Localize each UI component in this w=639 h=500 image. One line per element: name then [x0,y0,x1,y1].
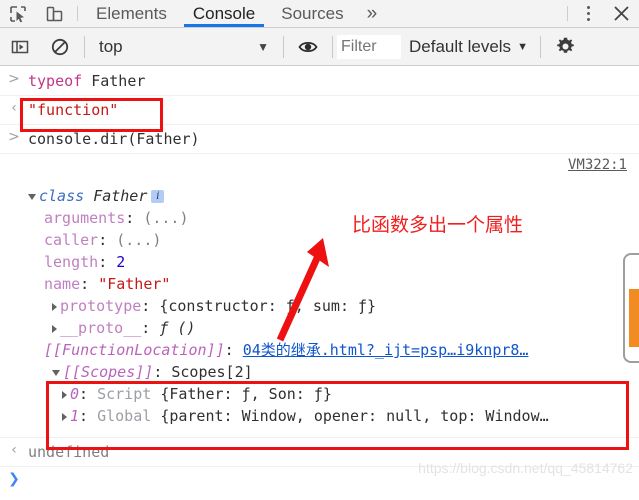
property-value[interactable]: (...) [143,209,188,227]
expand-triangle-icon[interactable] [28,193,36,200]
property-name: [[FunctionLocation]] [44,341,225,359]
scope-index: 1 [70,407,80,425]
property-value: "Father" [98,275,171,293]
tab-elements[interactable]: Elements [83,0,180,27]
console-output-row[interactable]: ‹ "function" [0,96,639,125]
console-input-text-2: console.dir(Father) [28,130,200,148]
toolbar-divider-3 [332,35,333,58]
info-icon[interactable]: i [151,190,165,203]
object-tree: class Father i arguments: (...) caller: (… [0,179,639,431]
chevron-down-icon: ▼ [257,39,269,54]
chevron-down-icon: ▼ [517,40,528,53]
object-header[interactable]: class Father i [0,185,639,207]
function-location-link[interactable]: 04类的继承.html?_ijt=psp…i9knpr8… [243,341,529,359]
filter-input[interactable] [337,34,401,59]
clear-console-icon[interactable] [40,28,80,66]
console-input-text: typeof Father [28,72,146,90]
source-link-row: VM322:1 [0,157,639,179]
tab-elements-label: Elements [96,3,167,23]
more-tabs-label: » [366,2,378,24]
log-levels-select[interactable]: Default levels ▼ [401,28,536,66]
property-name: __proto__ [60,319,142,337]
tab-sources-label: Sources [281,3,344,23]
source-link[interactable]: VM322:1 [568,157,627,173]
inspect-element-icon[interactable] [0,0,36,27]
console-result-row[interactable]: ‹ undefined [0,438,639,467]
tabstrip-spacer [387,0,562,27]
property-name: name [44,275,81,293]
close-icon[interactable] [603,0,639,27]
console-dir-output[interactable]: VM322:1 class Father i arguments: (...) c… [0,154,639,438]
device-toolbar-icon[interactable] [36,0,72,27]
gear-icon[interactable] [545,28,587,66]
property-value[interactable]: ƒ () [159,319,195,337]
page-scrollbar-thumb[interactable] [629,289,639,347]
console-sidebar-icon[interactable] [0,28,40,66]
property-value: 2 [116,253,126,271]
tabstrip-right-divider [567,6,568,21]
tab-console-label: Console [192,3,256,23]
input-chevron-icon: > [8,71,20,87]
toolbar-divider-1 [84,35,85,58]
console-prompt-row[interactable]: ❯ [0,467,639,491]
toolbar-divider-4 [539,35,541,58]
execution-context-value: top [99,36,123,56]
page-scrollbar[interactable] [623,253,639,363]
console-input-row-2[interactable]: > console.dir(Father) [0,125,639,154]
console-result-text: undefined [28,443,110,461]
prompt-chevron-icon: ❯ [8,471,20,487]
tab-console[interactable]: Console [180,0,268,27]
more-tabs-button[interactable]: » [357,0,388,27]
output-chevron-icon-3: ‹ [11,442,17,458]
property-name: prototype [60,297,142,315]
scope-index: 0 [70,385,80,403]
console-messages[interactable]: > typeof Father ‹ "function" > console.d… [0,67,639,500]
object-header-name: Father [93,187,148,205]
property-name: length [44,253,99,271]
property-row-proto[interactable]: __proto__: ƒ () [0,317,639,339]
tab-sources[interactable]: Sources [268,0,356,27]
log-levels-label: Default levels [409,36,512,56]
property-row-length[interactable]: length: 2 [0,251,639,273]
console-toolbar: top ▼ Default levels ▼ [0,28,639,66]
console-output-text: "function" [28,101,119,119]
live-expression-icon[interactable] [288,28,328,66]
expand-triangle-icon[interactable] [62,412,67,421]
property-row-caller[interactable]: caller: (...) [0,229,639,251]
property-name: caller [44,231,99,249]
input-chevron-icon-2: > [8,129,20,145]
devtools-window: Elements Console Sources » top ▼ Filter … [0,0,639,500]
more-options-icon[interactable] [573,0,603,27]
execution-context-select[interactable]: top ▼ [89,28,279,66]
toolbar-divider [77,6,78,21]
expand-triangle-icon[interactable] [52,302,57,311]
property-value[interactable]: (...) [116,231,161,249]
scope-row-0[interactable]: 0: Script {Father: ƒ, Son: ƒ} [0,383,639,405]
scope-row-1[interactable]: 1: Global {parent: Window, opener: null,… [0,405,639,427]
expand-triangle-icon[interactable] [52,369,60,376]
toolbar-divider-2 [283,35,284,58]
property-row-scopes[interactable]: [[Scopes]]: Scopes[2] [0,361,639,383]
expand-triangle-icon[interactable] [52,324,57,333]
property-value: Scopes[2] [171,363,253,381]
scope-kind: Script [97,385,152,403]
devtools-tabstrip: Elements Console Sources » [0,0,639,28]
property-row-arguments[interactable]: arguments: (...) [0,207,639,229]
object-header-keyword: class [39,187,85,205]
scope-value[interactable]: {parent: Window, opener: null, top: Wind… [160,407,548,425]
property-name: arguments [44,209,126,227]
property-name: [[Scopes]] [63,363,154,381]
property-row-name[interactable]: name: "Father" [0,273,639,295]
console-input-row[interactable]: > typeof Father [0,67,639,96]
property-value[interactable]: {constructor: ƒ, sum: ƒ} [159,297,376,315]
property-row-prototype[interactable]: prototype: {constructor: ƒ, sum: ƒ} [0,295,639,317]
property-row-function-location[interactable]: [[FunctionLocation]]: 04类的继承.html?_ijt=p… [0,339,639,361]
expand-triangle-icon[interactable] [62,390,67,399]
scope-kind: Global [97,407,152,425]
scope-value[interactable]: {Father: ƒ, Son: ƒ} [160,385,332,403]
output-chevron-icon: ‹ [11,100,17,116]
